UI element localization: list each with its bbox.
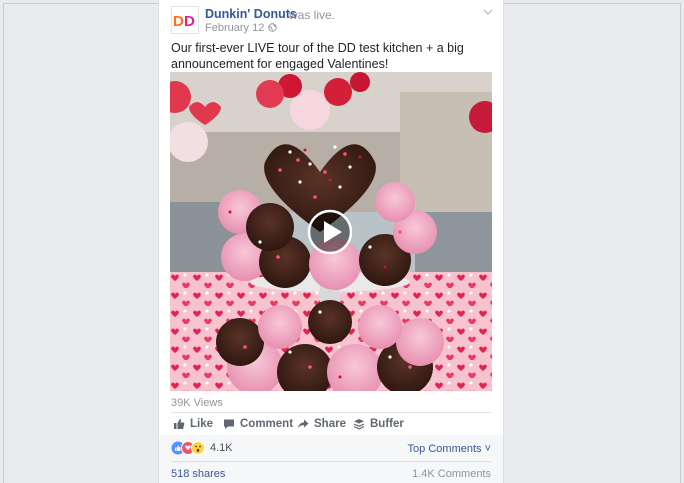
comment-button[interactable]: Comment (223, 418, 293, 430)
globe-icon (268, 23, 277, 32)
comment-icon (224, 419, 234, 429)
svg-text:D: D (184, 13, 195, 30)
like-label: Like (190, 418, 214, 430)
like-button[interactable]: Like (173, 418, 213, 430)
buffer-button[interactable]: Buffer (353, 418, 404, 430)
buffer-label: Buffer (370, 418, 404, 430)
shares-link[interactable]: 518 shares (171, 468, 225, 480)
reactions-count: 4.1K (210, 442, 233, 454)
share-button[interactable]: Share (297, 418, 346, 430)
divider (171, 461, 491, 462)
live-status-text: was live. (289, 8, 336, 22)
video-player[interactable] (170, 72, 492, 391)
page-name-link[interactable]: Dunkin' Donuts (205, 7, 297, 21)
dunkin-logo-icon: D D (172, 7, 198, 33)
comment-label: Comment (240, 418, 294, 430)
page-avatar[interactable]: D D (171, 6, 199, 34)
wow-reaction-icon (191, 441, 205, 455)
reactions-summary[interactable]: 4.1K (171, 441, 233, 455)
thumbs-up-icon (174, 419, 185, 429)
play-icon[interactable] (307, 209, 353, 255)
post-message: Our first-ever LIVE tour of the DD test … (171, 41, 464, 71)
post-action-bar: Like Comment Share Buffer (171, 416, 491, 434)
post-timestamp[interactable]: February 12 · (205, 22, 271, 34)
chevron-down-icon[interactable] (483, 8, 493, 16)
buffer-icon (353, 419, 365, 430)
svg-text:D: D (173, 13, 184, 30)
share-arrow-icon (298, 419, 309, 429)
video-thumbnail (170, 72, 492, 391)
comments-count-link[interactable]: 1.4K Comments (412, 468, 491, 480)
post-card: D D Dunkin' Donuts was live. February 12… (158, 0, 504, 483)
view-count: 39K Views (171, 397, 223, 409)
top-comments-dropdown[interactable]: Top Comments ˅ (408, 443, 491, 455)
share-label: Share (314, 418, 346, 430)
divider (171, 412, 491, 413)
reaction-icons (171, 441, 205, 455)
post-header: D D Dunkin' Donuts was live. February 12… (171, 6, 493, 36)
